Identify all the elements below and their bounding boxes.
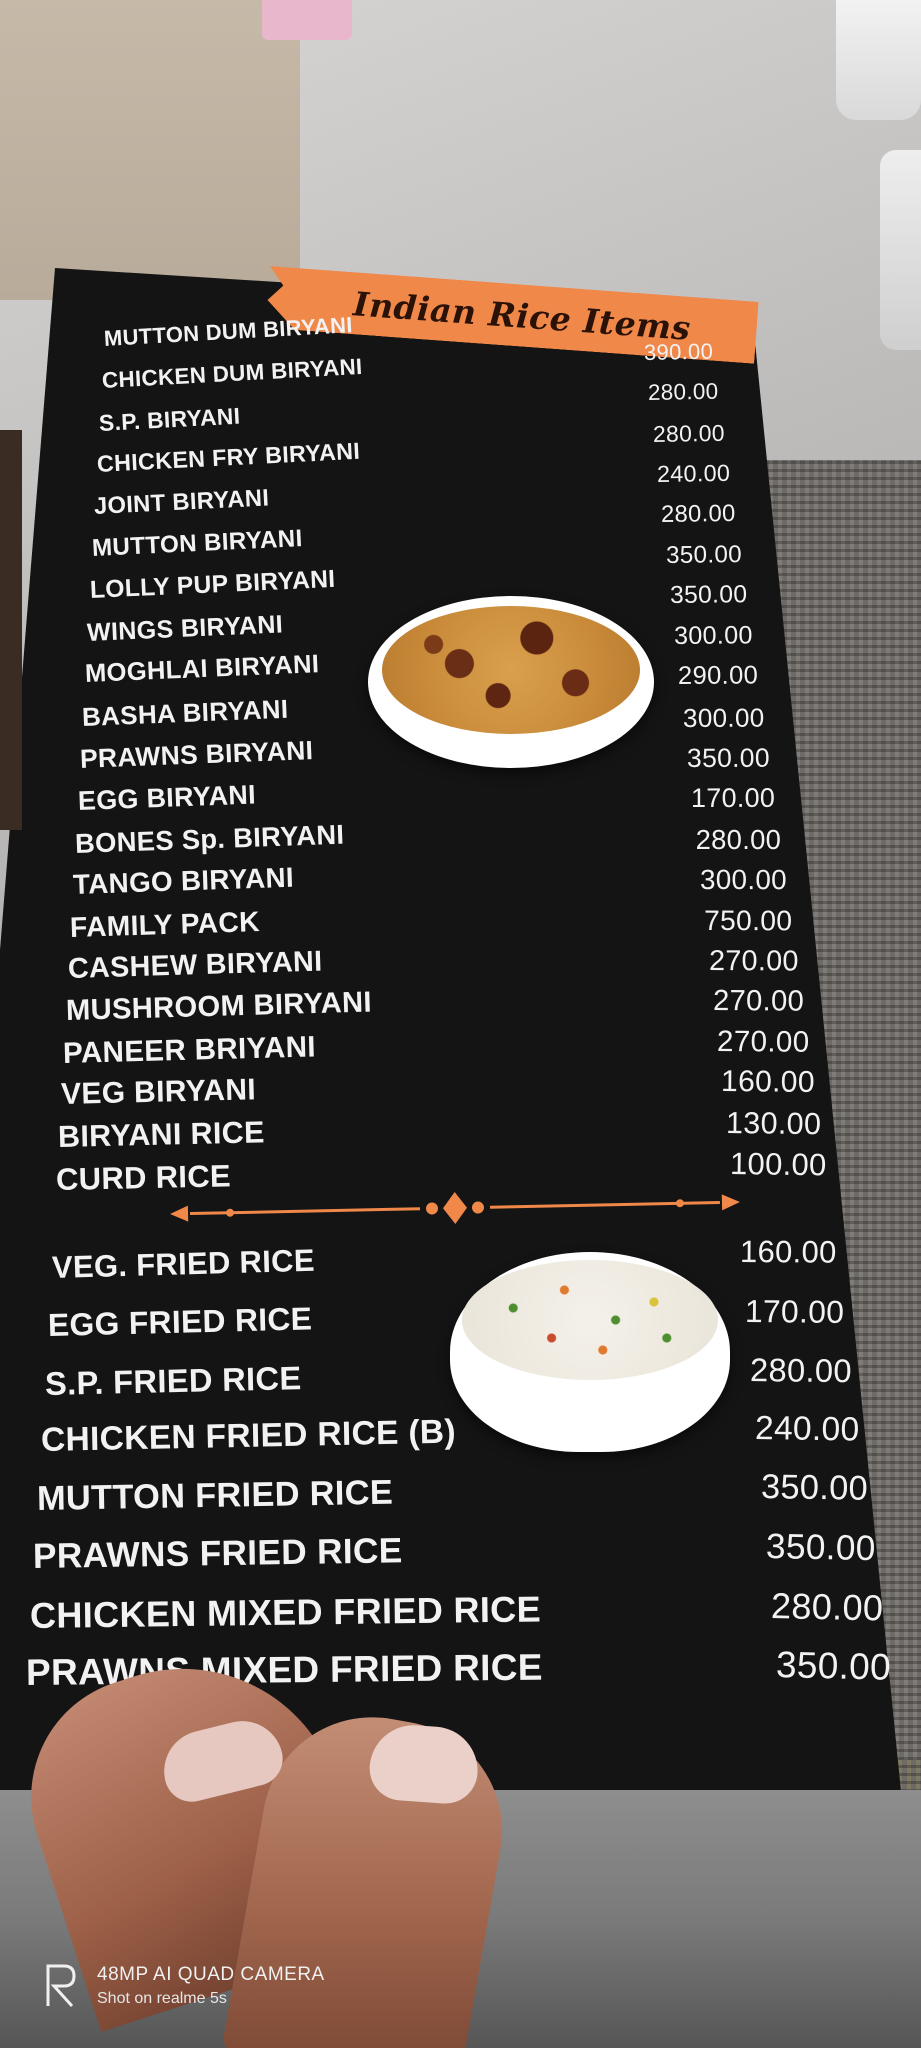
fried_rice-item-price: 170.00 [744, 1292, 845, 1330]
fried_rice-item-name: PRAWNS FRIED RICE [33, 1531, 404, 1577]
fried_rice-item-price: 350.00 [775, 1644, 892, 1688]
fried_rice-item-price: 240.00 [755, 1409, 861, 1449]
fried_rice-item-price: 350.00 [760, 1468, 868, 1509]
floor-area [0, 0, 300, 300]
fried_rice-item-price: 350.00 [765, 1526, 876, 1568]
biryani-item-price: 130.00 [725, 1105, 822, 1141]
watermark-shot-on: Shot on realme 5s [97, 1990, 227, 2007]
biryani-item-price: 300.00 [673, 621, 753, 651]
biryani-item-price: 240.00 [656, 459, 731, 487]
watermark-camera: 48MP AI QUAD CAMERA [97, 1964, 325, 1985]
biryani-item-price: 750.00 [704, 904, 793, 937]
biryani-item-name: PANEER BRIYANI [62, 1029, 317, 1070]
cup [836, 0, 921, 120]
fried_rice-item-name: EGG FRIED RICE [47, 1300, 313, 1344]
biryani-item-name: CURD RICE [55, 1158, 232, 1197]
biryani-item-price: 350.00 [686, 742, 770, 773]
biryani-item-price: 280.00 [648, 378, 719, 406]
biryani-item-name: EGG BIRYANI [77, 779, 256, 816]
fried_rice-item-price: 160.00 [739, 1234, 837, 1270]
biryani-item-price: 100.00 [729, 1146, 827, 1183]
pink-object [262, 0, 352, 40]
realme-logo-icon [46, 1964, 76, 2008]
biryani-item-name: BIRYANI RICE [57, 1115, 266, 1155]
biryani-item-price: 350.00 [669, 580, 748, 609]
biryani-item-price: 280.00 [695, 823, 782, 855]
biryani-item-price: 350.00 [665, 540, 742, 569]
biryani-item-name: VEG BIRYANI [60, 1073, 257, 1112]
biryani-item-price: 160.00 [721, 1065, 816, 1100]
biryani-item-price: 290.00 [678, 661, 759, 691]
fried_rice-item-price: 280.00 [750, 1351, 853, 1390]
biryani-item-price: 270.00 [708, 944, 799, 977]
biryani-item-price: 300.00 [682, 702, 765, 733]
biryani-item-price: 280.00 [652, 419, 725, 447]
biryani-item-price: 270.00 [712, 984, 804, 1018]
biryani-item-price: 170.00 [691, 783, 776, 814]
cup-side [880, 150, 921, 350]
menu-card-edge [0, 430, 22, 830]
fried_rice-item-name: S.P. FRIED RICE [44, 1358, 302, 1402]
biryani-item-name: FAMILY PACK [69, 905, 261, 944]
biryani-item-price: 270.00 [716, 1025, 810, 1059]
fried-rice-bowl-image [450, 1252, 730, 1452]
fried_rice-item-name: MUTTON FRIED RICE [36, 1473, 394, 1518]
biryani-bowl-image [368, 596, 654, 768]
biryani-item-price: 390.00 [643, 338, 714, 365]
fried_rice-item-name: CHICKEN MIXED FRIED RICE [29, 1587, 541, 1636]
biryani-item-price: 300.00 [699, 863, 787, 896]
fried_rice-item-price: 280.00 [770, 1585, 884, 1629]
biryani-item-price: 280.00 [660, 500, 736, 529]
fried_rice-item-name: VEG. FRIED RICE [51, 1242, 316, 1285]
